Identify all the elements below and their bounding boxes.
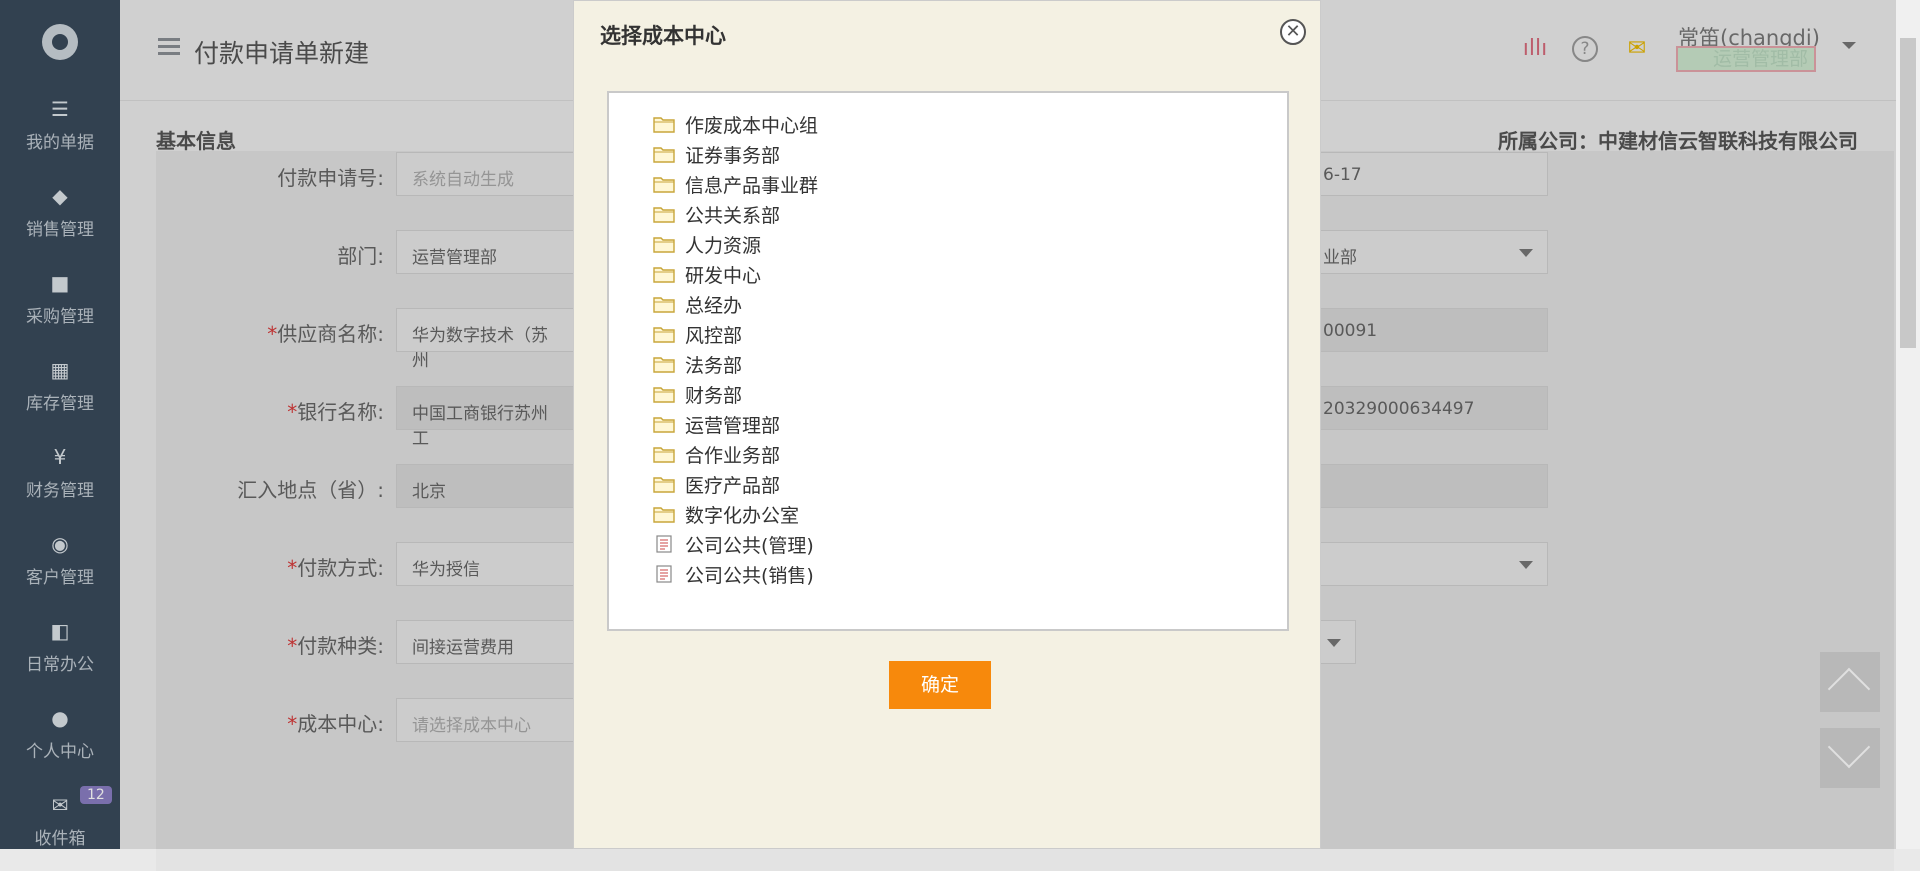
tree-item-label: 医疗产品部 [685, 474, 781, 497]
page-scrollbar[interactable] [1896, 0, 1920, 849]
tree-item[interactable]: 财务部 [653, 379, 742, 409]
scrollbar-thumb[interactable] [1900, 38, 1916, 348]
tree-item-label: 作废成本中心组 [685, 114, 819, 137]
tree-item-label: 公共关系部 [685, 204, 781, 227]
tree-item[interactable]: 公司公共(管理) [653, 529, 814, 559]
tree-item-label: 证券事务部 [685, 144, 781, 167]
confirm-button[interactable]: 确定 [889, 661, 991, 709]
tree-item[interactable]: 数字化办公室 [653, 499, 799, 529]
tree-item[interactable]: 法务部 [653, 349, 742, 379]
folder-icon [653, 355, 675, 373]
tree-item-label: 法务部 [685, 354, 743, 377]
tree-item-label: 人力资源 [685, 234, 762, 257]
tree-item[interactable]: 证券事务部 [653, 139, 780, 169]
tree-item[interactable]: 作废成本中心组 [653, 109, 818, 139]
tree-item-label: 风控部 [685, 324, 743, 347]
tree-item[interactable]: 总经办 [653, 289, 742, 319]
folder-icon [653, 415, 675, 433]
tree-item-label: 总经办 [685, 294, 743, 317]
tree-item-label: 合作业务部 [685, 444, 781, 467]
tree-item[interactable]: 研发中心 [653, 259, 761, 289]
folder-icon [653, 265, 675, 283]
tree-item-label: 数字化办公室 [685, 504, 800, 527]
tree-item-label: 公司公共(销售) [685, 564, 814, 587]
cost-center-tree: 作废成本中心组 证券事务部信息产品事业群 公共关系部人力资源研发中心总经办风控部法务… [607, 91, 1289, 631]
tree-item[interactable]: 医疗产品部 [653, 469, 780, 499]
tree-item[interactable]: 合作业务部 [653, 439, 780, 469]
tree-item-label: 信息产品事业群 [685, 174, 819, 197]
tree-item[interactable]: 公共关系部 [653, 199, 780, 229]
folder-icon [653, 295, 675, 313]
tree-item[interactable]: 运营管理部 [653, 409, 780, 439]
tree-item-label: 公司公共(管理) [685, 534, 814, 557]
tree-item[interactable]: 公司公共(销售) [653, 559, 814, 589]
close-icon[interactable]: ✕ [1280, 19, 1306, 45]
tree-item-label: 运营管理部 [685, 414, 781, 437]
folder-icon [653, 325, 675, 343]
tree-item-label: 研发中心 [685, 264, 762, 287]
folder-icon [653, 385, 675, 403]
file-icon [653, 565, 675, 583]
folder-icon [653, 175, 675, 193]
folder-icon [653, 445, 675, 463]
folder-icon [653, 115, 675, 133]
tree-item[interactable]: 信息产品事业群 [653, 169, 818, 199]
tree-item[interactable]: 人力资源 [653, 229, 761, 259]
folder-icon [653, 475, 675, 493]
tree-item-label: 财务部 [685, 384, 743, 407]
folder-icon [653, 505, 675, 523]
dialog-title: 选择成本中心 [600, 24, 726, 48]
folder-icon [653, 205, 675, 223]
tree-item[interactable]: 风控部 [653, 319, 742, 349]
folder-icon [653, 145, 675, 163]
cost-center-dialog: 选择成本中心 ✕ 作废成本中心组 证券事务部信息产品事业群 公共关系部人力资源研发中… [573, 0, 1321, 849]
file-icon [653, 535, 675, 553]
folder-icon [653, 235, 675, 253]
